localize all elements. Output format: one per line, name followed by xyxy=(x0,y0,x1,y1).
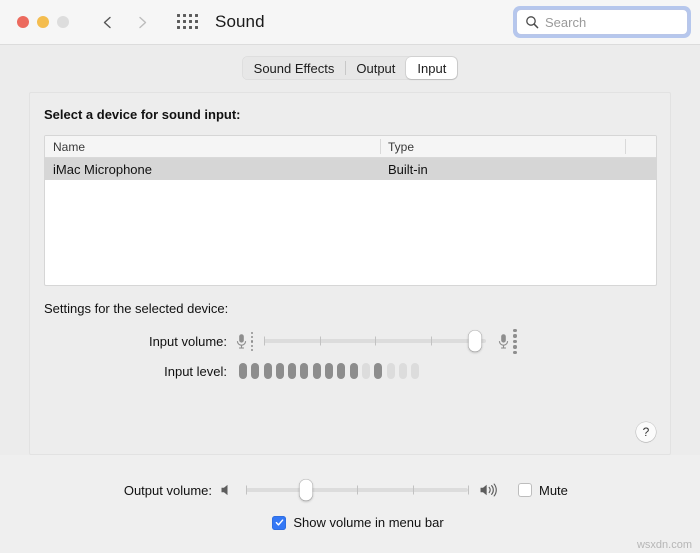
column-header-type[interactable]: Type xyxy=(380,136,625,157)
input-level-row: Input level: xyxy=(44,363,657,379)
search-field-focus-ring xyxy=(513,6,691,38)
mute-label: Mute xyxy=(539,483,568,498)
level-segment xyxy=(362,363,370,379)
minimize-button[interactable] xyxy=(37,16,49,28)
search-input[interactable] xyxy=(545,15,679,30)
table-header-row: Name Type xyxy=(45,136,656,158)
input-level-label: Input level: xyxy=(44,364,235,379)
output-volume-slider[interactable] xyxy=(246,480,468,500)
tab-sound-effects[interactable]: Sound Effects xyxy=(243,57,346,79)
slider-tick xyxy=(320,337,321,346)
tab-input[interactable]: Input xyxy=(406,57,457,79)
input-volume-knob[interactable] xyxy=(469,331,482,352)
slider-tick xyxy=(468,486,469,495)
level-segment xyxy=(387,363,395,379)
traffic-lights xyxy=(17,16,69,28)
device-table[interactable]: Name Type iMac Microphone Built-in xyxy=(44,135,657,286)
speaker-mute-icon xyxy=(220,483,235,497)
search-icon xyxy=(525,15,539,29)
input-settings-panel: Select a device for sound input: Name Ty… xyxy=(29,92,671,455)
show-volume-checkbox[interactable] xyxy=(272,516,286,530)
slider-tick xyxy=(431,337,432,346)
help-button[interactable]: ? xyxy=(636,422,656,442)
level-segment xyxy=(300,363,308,379)
show-volume-label: Show volume in menu bar xyxy=(293,515,443,530)
navigation-buttons xyxy=(101,16,149,29)
level-segment xyxy=(288,363,296,379)
table-row[interactable]: iMac Microphone Built-in xyxy=(45,158,656,180)
mute-checkbox-group[interactable]: Mute xyxy=(518,483,568,498)
output-volume-row: Output volume: Mute xyxy=(29,480,671,500)
search-field[interactable] xyxy=(516,9,688,35)
level-segment xyxy=(325,363,333,379)
level-segment xyxy=(411,363,419,379)
microphone-quiet-icon xyxy=(235,332,253,352)
level-segment xyxy=(239,363,247,379)
tab-bar: Sound Effects Output Input xyxy=(0,56,700,80)
output-volume-knob[interactable] xyxy=(299,480,312,501)
cell-device-name: iMac Microphone xyxy=(45,162,380,177)
slider-tick xyxy=(357,486,358,495)
bottom-section: Output volume: Mute xyxy=(0,455,700,553)
slider-tick xyxy=(375,337,376,346)
level-segment xyxy=(313,363,321,379)
microphone-loud-icon xyxy=(497,329,516,354)
mute-checkbox[interactable] xyxy=(518,483,532,497)
back-chevron-icon[interactable] xyxy=(101,16,114,29)
microphone-level-dots xyxy=(513,329,516,354)
level-segment xyxy=(251,363,259,379)
slider-tick xyxy=(413,486,414,495)
watermark: wsxdn.com xyxy=(637,539,692,551)
tab-output[interactable]: Output xyxy=(345,57,406,79)
title-bar: Sound xyxy=(0,0,700,45)
input-volume-label: Input volume: xyxy=(44,334,235,349)
column-header-extra[interactable] xyxy=(625,136,656,157)
level-segment xyxy=(276,363,284,379)
window-title: Sound xyxy=(215,12,265,32)
output-volume-label: Output volume: xyxy=(29,483,220,498)
device-section-label: Select a device for sound input: xyxy=(44,107,240,122)
speaker-loud-icon xyxy=(479,483,502,497)
input-volume-row: Input volume: xyxy=(44,329,657,354)
forward-chevron-icon[interactable] xyxy=(136,16,149,29)
level-segment xyxy=(264,363,272,379)
slider-tick xyxy=(246,486,247,495)
cell-device-type: Built-in xyxy=(380,162,625,177)
show-volume-checkbox-group[interactable]: Show volume in menu bar xyxy=(0,515,700,530)
microphone-level-dots xyxy=(251,332,253,352)
input-volume-slider[interactable] xyxy=(264,331,486,351)
zoom-button[interactable] xyxy=(57,16,69,28)
column-header-name[interactable]: Name xyxy=(45,136,380,157)
show-all-grid-icon[interactable] xyxy=(177,14,199,30)
slider-tick xyxy=(264,337,265,346)
input-level-meter xyxy=(239,363,419,379)
level-segment xyxy=(399,363,407,379)
settings-section-label: Settings for the selected device: xyxy=(44,301,228,316)
close-button[interactable] xyxy=(17,16,29,28)
segmented-control: Sound Effects Output Input xyxy=(242,56,459,80)
level-segment xyxy=(374,363,382,379)
level-segment xyxy=(350,363,358,379)
level-segment xyxy=(337,363,345,379)
